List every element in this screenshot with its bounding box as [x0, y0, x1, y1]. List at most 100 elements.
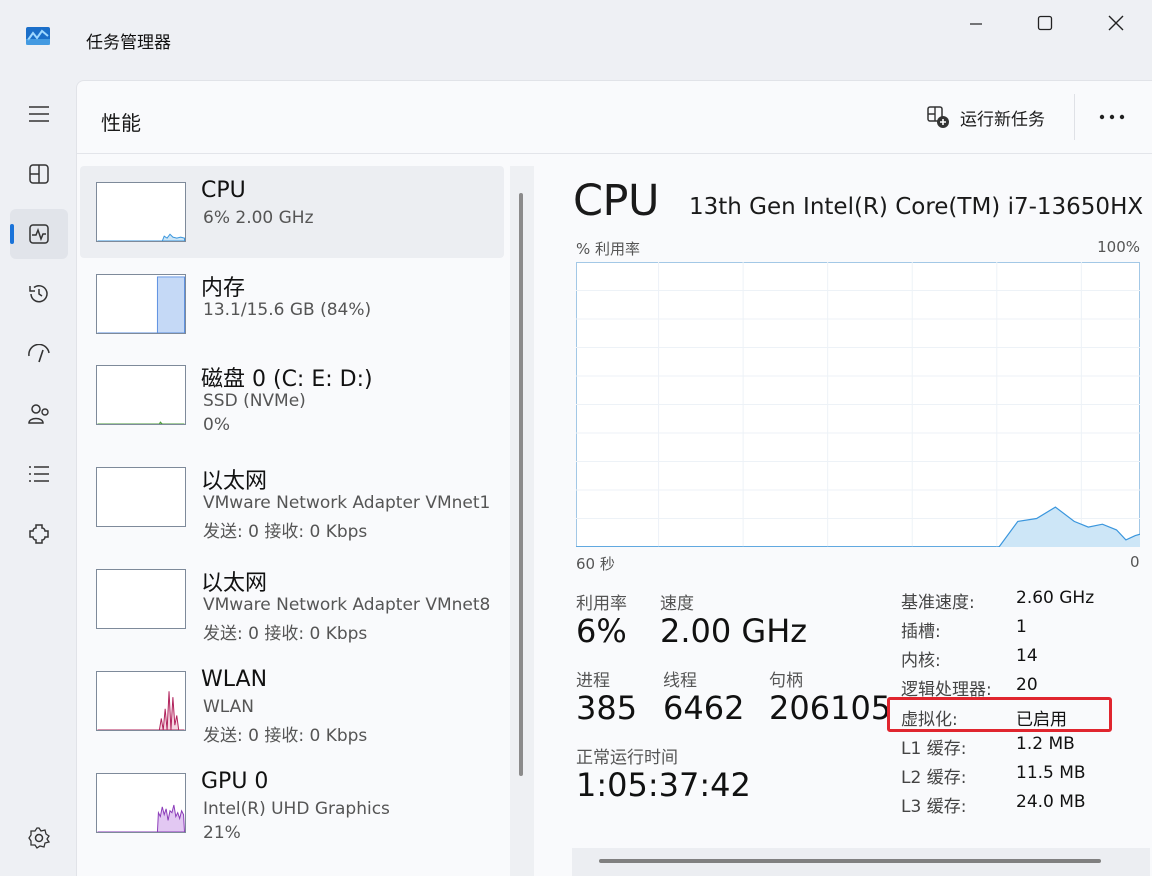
chart-x-right-label: 0 [1130, 553, 1140, 571]
nav-settings[interactable] [10, 813, 68, 863]
speed-value: 2.00 GHz [660, 612, 808, 650]
device-mini-graph [96, 671, 186, 731]
task-manager-app-icon [26, 27, 50, 45]
processes-label: 进程 [576, 671, 610, 691]
performance-icon [29, 224, 49, 244]
device-name: CPU [201, 178, 246, 203]
device-item[interactable]: GPU 0 Intel(R) UHD Graphics 21% [80, 757, 504, 849]
spec-value: 2.60 GHz [1016, 588, 1095, 608]
processes-value: 385 [576, 689, 638, 727]
spec-label: L2 缓存: [901, 768, 967, 788]
device-detail-line1: 6% 2.00 GHz [203, 208, 314, 228]
spec-label: L3 缓存: [901, 797, 967, 817]
spec-label: 内核: [901, 651, 941, 671]
device-detail-line2: 21% [203, 823, 241, 843]
handles-label: 句柄 [769, 671, 803, 691]
device-detail-line2: 发送: 0 接收: 0 Kbps [203, 624, 368, 644]
users-icon [28, 404, 49, 424]
maximize-icon [1037, 15, 1053, 31]
spec-value: 24.0 MB [1016, 792, 1086, 812]
menu-icon [29, 106, 49, 122]
cpu-model-name: 13th Gen Intel(R) Core(TM) i7-13650HX [689, 194, 1144, 220]
spec-value: 20 [1016, 675, 1038, 695]
device-list-scrollbar[interactable] [519, 193, 523, 776]
device-name: 以太网 [201, 571, 268, 596]
maximize-button[interactable] [1021, 6, 1069, 40]
settings-icon [28, 827, 51, 849]
device-detail-line1: VMware Network Adapter VMnet1 [203, 493, 491, 513]
device-item[interactable]: CPU 6% 2.00 GHz [80, 166, 504, 258]
uptime-value: 1:05:37:42 [576, 766, 751, 804]
close-button[interactable] [1092, 6, 1140, 40]
device-name: 以太网 [201, 469, 268, 494]
device-name: 磁盘 0 (C: E: D:) [201, 367, 373, 392]
device-detail-line1: SSD (NVMe) [203, 391, 306, 411]
details-icon [29, 466, 49, 482]
device-detail-line2: 发送: 0 接收: 0 Kbps [203, 726, 368, 746]
mini-graph-area [97, 276, 185, 333]
nav-startup-apps[interactable] [10, 329, 68, 379]
device-detail-line1: Intel(R) UHD Graphics [203, 799, 390, 819]
chart-y-label: % 利用率 [576, 240, 641, 258]
run-task-icon [927, 106, 949, 128]
run-new-task-button[interactable]: 运行新任务 [920, 100, 1068, 134]
detail-title: CPU [573, 176, 659, 226]
handles-value: 206105 [769, 689, 892, 727]
spec-label: L1 缓存: [901, 739, 967, 759]
more-options-button[interactable] [1090, 100, 1134, 134]
spec-label: 基准速度: [901, 593, 975, 613]
device-item[interactable]: 以太网 VMware Network Adapter VMnet8 发送: 0 接收… [80, 553, 504, 645]
mini-graph-area [97, 421, 185, 424]
threads-value: 6462 [663, 689, 745, 727]
uptime-label: 正常运行时间 [576, 748, 678, 768]
cpu-utilization-chart [576, 262, 1140, 547]
nav-processes[interactable] [10, 149, 68, 199]
device-detail-line2: 发送: 0 接收: 0 Kbps [203, 522, 368, 542]
history-icon [29, 285, 48, 303]
device-item[interactable]: 内存 13.1/15.6 GB (84%) [80, 258, 504, 350]
speed-label: 速度 [660, 594, 694, 614]
device-mini-graph [96, 365, 186, 425]
device-detail-line2: 0% [203, 415, 230, 435]
device-mini-graph [96, 182, 186, 242]
minimize-button[interactable] [952, 6, 1000, 40]
device-detail-line1: VMware Network Adapter VMnet8 [203, 595, 491, 615]
horizontal-scrollbar[interactable] [599, 859, 1101, 863]
close-icon [1108, 15, 1124, 31]
device-item[interactable]: WLAN WLAN 发送: 0 接收: 0 Kbps [80, 655, 504, 747]
mini-graph-area [97, 691, 185, 730]
device-item[interactable]: 磁盘 0 (C: E: D:) SSD (NVMe) 0% [80, 349, 504, 441]
nav-menu-button[interactable] [10, 89, 68, 139]
spec-label: 插槽: [901, 622, 941, 642]
device-item[interactable]: 以太网 VMware Network Adapter VMnet1 发送: 0 接收… [80, 451, 504, 543]
nav-services[interactable] [10, 509, 68, 559]
active-nav-indicator [10, 224, 14, 244]
device-mini-graph [96, 467, 186, 527]
spec-value: 14 [1016, 646, 1038, 666]
spec-value: 1.2 MB [1016, 734, 1075, 754]
device-detail-line1: 13.1/15.6 GB (84%) [203, 300, 372, 320]
nav-details[interactable] [10, 449, 68, 499]
header-divider [77, 153, 1152, 154]
chart-y-max-label: 100% [1097, 238, 1140, 256]
chart-x-left-label: 60 秒 [576, 555, 615, 573]
more-icon [1099, 114, 1125, 120]
header-vertical-divider [1074, 94, 1075, 140]
device-mini-graph [96, 274, 186, 334]
utilization-label: 利用率 [576, 594, 627, 614]
nav-app-history[interactable] [10, 269, 68, 319]
utilization-value: 6% [576, 612, 627, 650]
device-name: WLAN [201, 667, 268, 692]
nav-users[interactable] [10, 389, 68, 439]
spec-value: 11.5 MB [1016, 763, 1086, 783]
nav-performance[interactable] [10, 209, 68, 259]
virtualization-highlight-box [887, 697, 1112, 732]
page-title: 性能 [101, 111, 141, 135]
device-name: 内存 [201, 276, 246, 301]
minimize-icon [970, 23, 982, 25]
processes-icon [29, 164, 49, 184]
startup-icon [28, 344, 50, 363]
window-title: 任务管理器 [86, 33, 171, 53]
mini-graph-area [97, 804, 185, 832]
device-detail-line1: WLAN [203, 697, 255, 717]
